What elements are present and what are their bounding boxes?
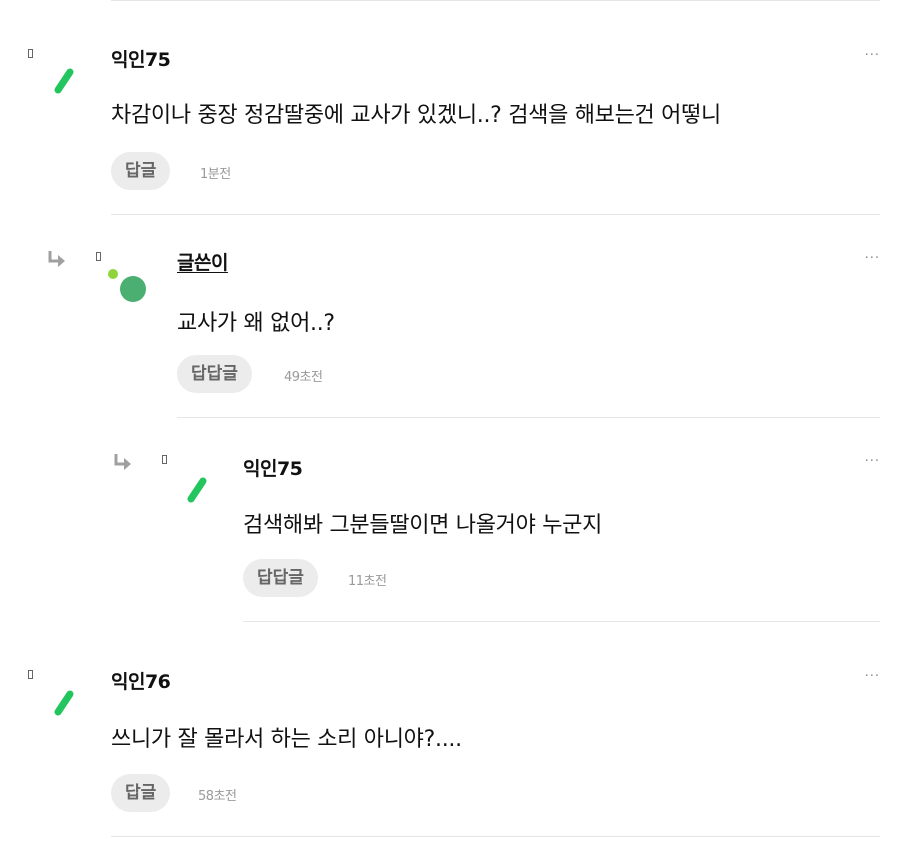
more-options-icon[interactable]: ··· (865, 454, 880, 469)
comment-marker-icon (96, 252, 101, 261)
comment-item: 익인76 ··· 쓰니가 잘 몰라서 하는 소리 아니야?.... 답글 58초… (0, 622, 880, 837)
writer-avatar (108, 269, 146, 302)
comment-text: 교사가 왜 없어..? (177, 311, 335, 336)
comment-item: 익인75 ··· 차감이나 중장 정감딸중에 교사가 있겠니..? 검색을 해보… (0, 0, 880, 215)
comment-marker-icon (28, 49, 33, 58)
reply-button[interactable]: 답답글 (177, 355, 252, 393)
comment-timestamp: 49초전 (284, 370, 323, 385)
reply-button[interactable]: 답답글 (243, 559, 318, 597)
more-options-icon[interactable]: ··· (865, 669, 880, 684)
comment-author[interactable]: 익인76 (111, 667, 171, 694)
comment-timestamp: 58초전 (198, 789, 237, 804)
comment-text: 검색해봐 그분들딸이면 나올거야 누군지 (243, 513, 603, 538)
comment-author-writer[interactable]: 글쓴이 (177, 248, 228, 275)
comment-item: 익인75 ··· 검색해봐 그분들딸이면 나올거야 누군지 답답글 11초전 (0, 418, 880, 622)
avatar (187, 477, 207, 503)
comment-text: 쓰니가 잘 몰라서 하는 소리 아니야?.... (111, 727, 462, 752)
reply-arrow-icon (48, 251, 65, 267)
comment-author[interactable]: 익인75 (111, 45, 171, 72)
avatar (54, 690, 74, 716)
reply-button[interactable]: 답글 (111, 152, 171, 190)
comment-divider (111, 836, 880, 837)
avatar (54, 68, 74, 94)
comment-item: 글쓴이 ··· 교사가 왜 없어..? 답답글 49초전 (0, 215, 880, 418)
comment-timestamp: 1분전 (200, 167, 231, 182)
more-options-icon[interactable]: ··· (865, 251, 880, 266)
comment-text: 차감이나 중장 정감딸중에 교사가 있겠니..? 검색을 해보는건 어떻니 (111, 103, 721, 128)
comment-marker-icon (162, 455, 167, 464)
more-options-icon[interactable]: ··· (865, 48, 880, 63)
comment-author[interactable]: 익인75 (243, 454, 303, 481)
comment-marker-icon (28, 670, 33, 679)
reply-button[interactable]: 답글 (111, 774, 171, 812)
reply-arrow-icon (114, 454, 131, 470)
comment-timestamp: 11초전 (348, 574, 387, 589)
